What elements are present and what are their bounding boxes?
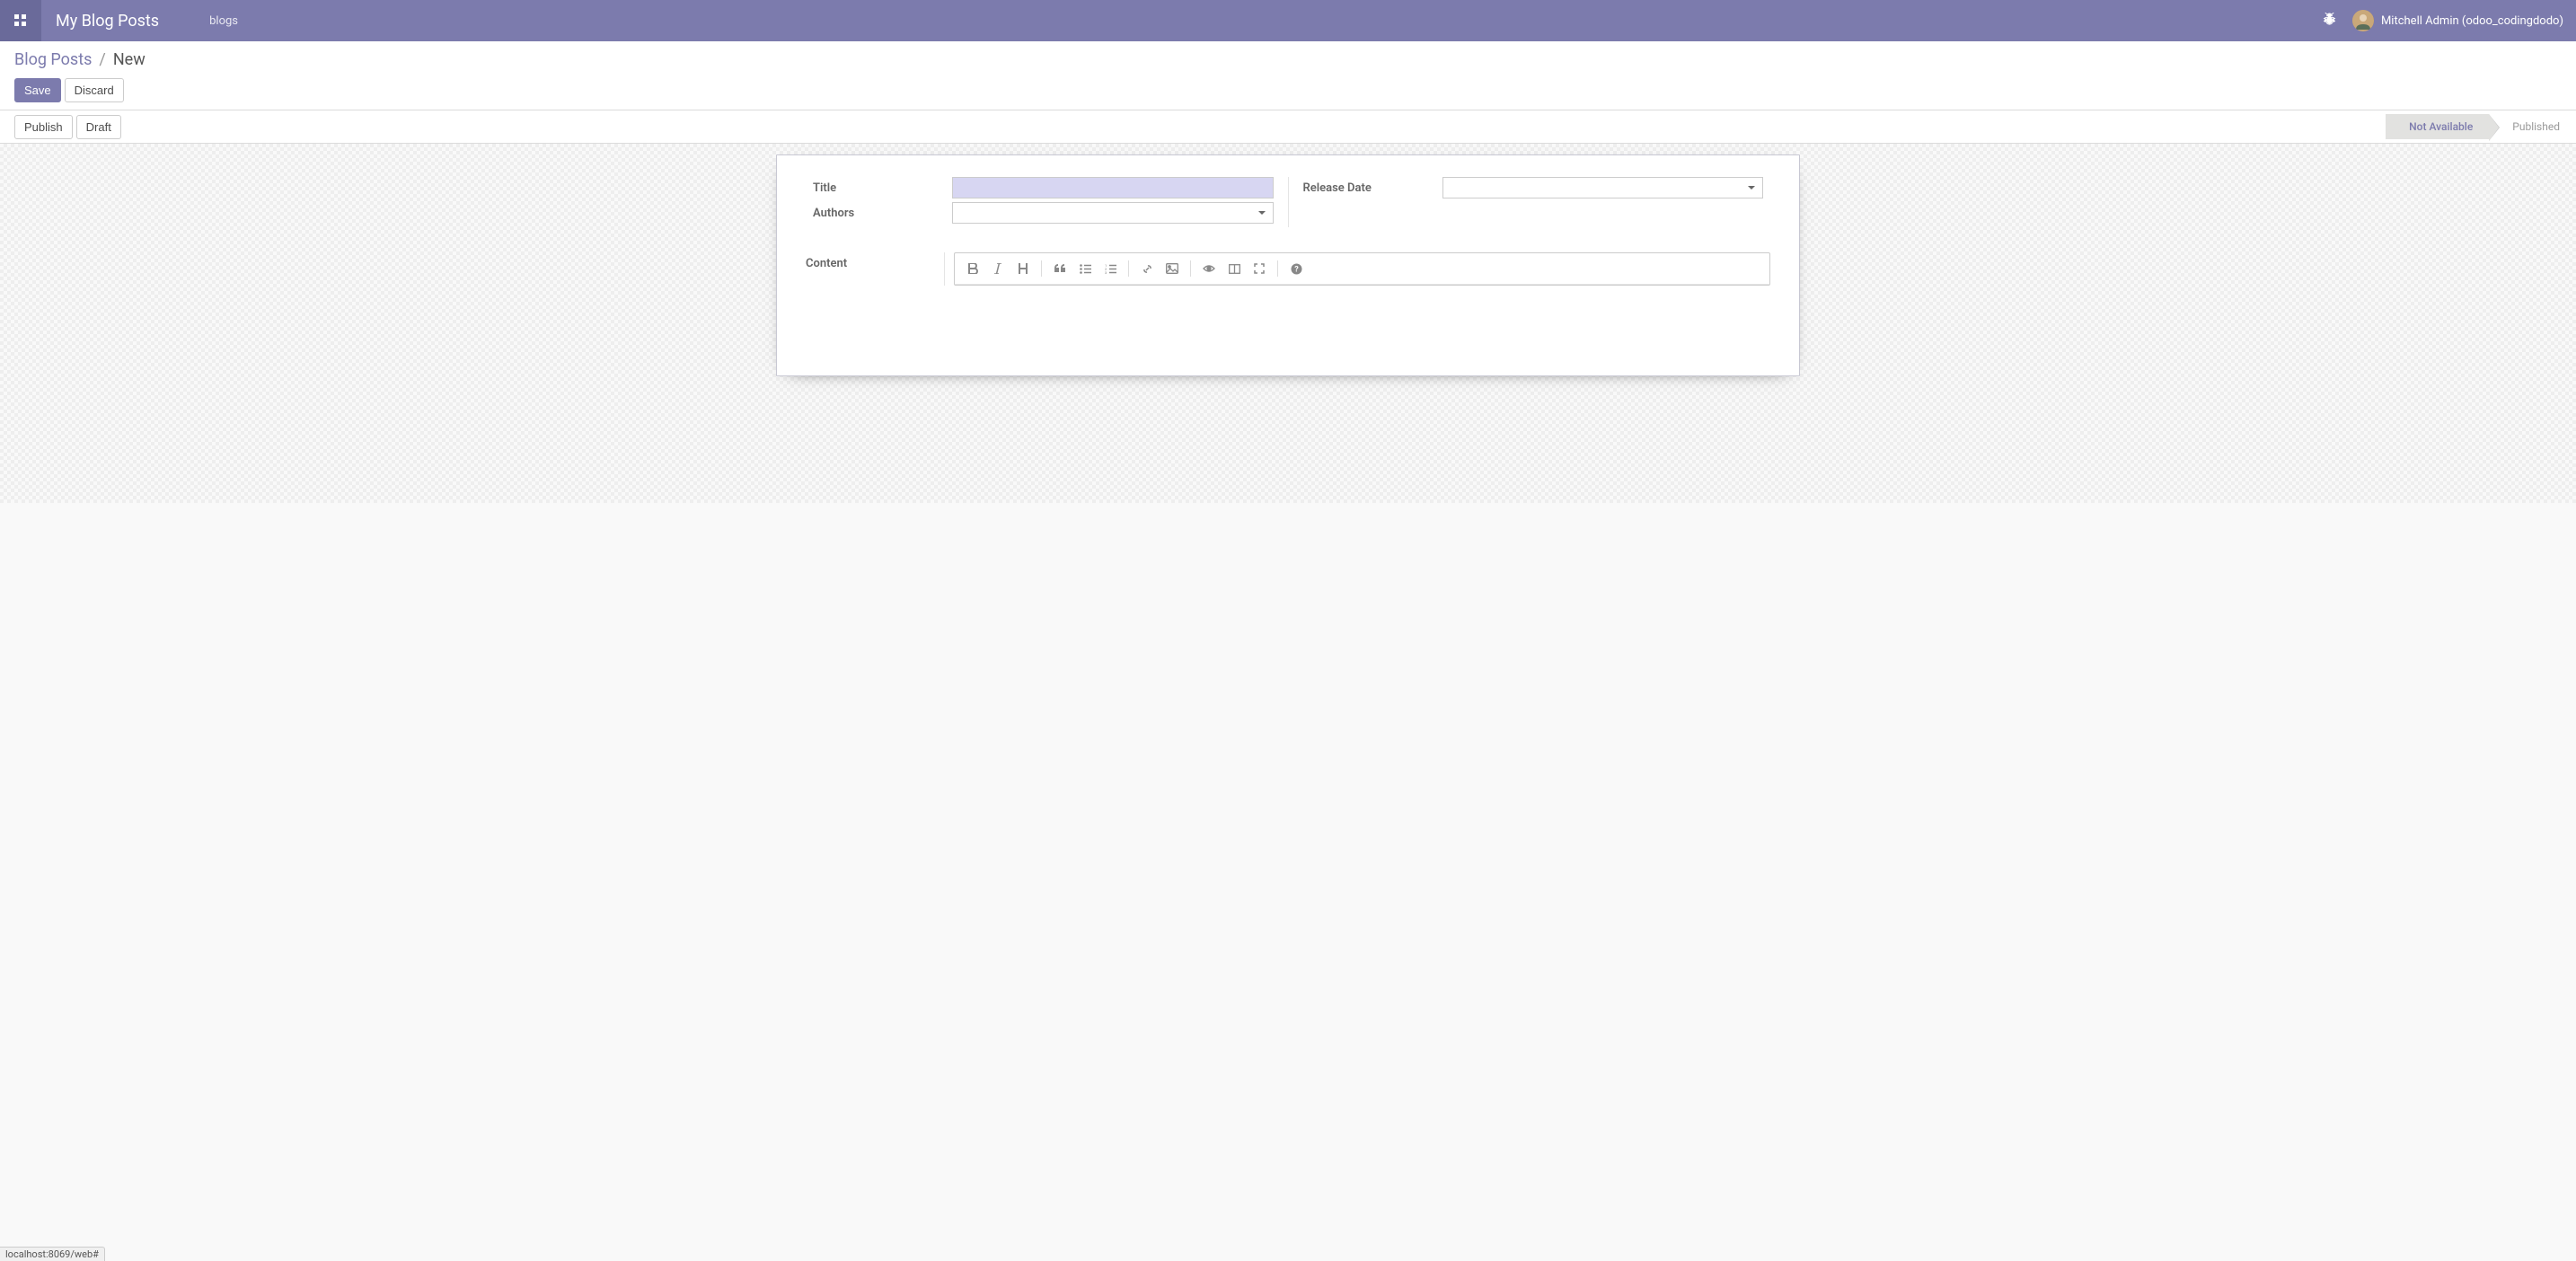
discard-button[interactable]: Discard — [65, 78, 124, 102]
quote-button[interactable] — [1047, 257, 1072, 280]
preview-icon — [1203, 264, 1215, 273]
image-button[interactable] — [1160, 257, 1185, 280]
chevron-down-icon — [1258, 211, 1266, 215]
bold-icon — [968, 263, 978, 274]
release-date-input[interactable] — [1442, 177, 1764, 198]
heading-icon — [1018, 263, 1028, 274]
save-button[interactable]: Save — [14, 78, 61, 102]
help-button[interactable]: ? — [1284, 257, 1309, 280]
avatar — [2352, 10, 2374, 31]
apps-menu-button[interactable] — [0, 0, 41, 41]
control-panel: Blog Posts / New Save Discard — [0, 41, 2576, 110]
status-indicator: Not Available Published — [2386, 114, 2576, 139]
preview-button[interactable] — [1196, 257, 1222, 280]
image-icon — [1166, 263, 1178, 274]
chevron-down-icon — [1748, 186, 1755, 190]
italic-icon — [993, 263, 1002, 274]
link-icon — [1142, 263, 1153, 275]
control-panel-buttons: Save Discard — [14, 78, 2562, 110]
unordered-list-icon — [1080, 264, 1091, 274]
authors-select[interactable] — [952, 202, 1274, 224]
ordered-list-icon: 123 — [1105, 264, 1116, 274]
status-url: localhost:8069/web# — [0, 1247, 105, 1261]
side-by-side-button[interactable] — [1222, 257, 1247, 280]
user-menu[interactable]: Mitchell Admin (odoo_codingdodo) — [2347, 10, 2576, 31]
bold-button[interactable] — [960, 257, 985, 280]
status-not-available[interactable]: Not Available — [2386, 114, 2489, 139]
svg-text:3: 3 — [1105, 270, 1107, 274]
side-by-side-icon — [1229, 264, 1240, 274]
form-sheet: Title Authors Release Date — [776, 154, 1800, 376]
link-button[interactable] — [1134, 257, 1160, 280]
navbar-brand[interactable]: My Blog Posts — [41, 12, 173, 31]
editor-toolbar: 123 — [955, 253, 1769, 285]
user-name: Mitchell Admin (odoo_codingdodo) — [2381, 14, 2563, 28]
breadcrumb: Blog Posts / New — [14, 50, 2562, 69]
debug-button[interactable] — [2312, 13, 2347, 30]
heading-button[interactable] — [1010, 257, 1036, 280]
publish-button[interactable]: Publish — [14, 115, 73, 139]
content-editor: 123 — [954, 252, 1770, 286]
svg-text:?: ? — [1294, 265, 1299, 274]
help-icon: ? — [1291, 263, 1302, 275]
form-area: Title Authors Release Date — [0, 144, 2576, 503]
navbar: My Blog Posts blogs Mitchell Admin (odoo… — [0, 0, 2576, 41]
ordered-list-button[interactable]: 123 — [1098, 257, 1123, 280]
title-label: Title — [813, 177, 952, 195]
authors-label: Authors — [813, 202, 952, 220]
content-label: Content — [806, 252, 945, 286]
navbar-menu-blogs[interactable]: blogs — [173, 14, 238, 28]
unordered-list-button[interactable] — [1072, 257, 1098, 280]
release-date-label: Release Date — [1303, 177, 1442, 195]
quote-icon — [1054, 264, 1066, 273]
breadcrumb-separator: / — [92, 50, 112, 69]
bug-icon — [2323, 13, 2336, 26]
breadcrumb-current: New — [113, 50, 146, 69]
status-bar: Publish Draft Not Available Published — [0, 110, 2576, 144]
title-input[interactable] — [952, 177, 1274, 198]
italic-button[interactable] — [985, 257, 1010, 280]
draft-button[interactable]: Draft — [76, 115, 121, 139]
breadcrumb-parent[interactable]: Blog Posts — [14, 50, 92, 69]
fullscreen-button[interactable] — [1247, 257, 1272, 280]
fullscreen-icon — [1254, 263, 1265, 274]
apps-grid-icon — [13, 13, 28, 28]
status-published[interactable]: Published — [2489, 114, 2576, 139]
status-buttons: Publish Draft — [14, 115, 121, 139]
